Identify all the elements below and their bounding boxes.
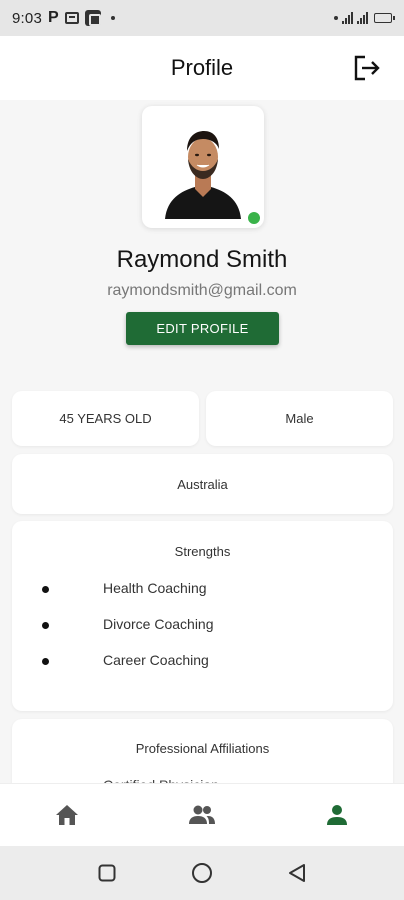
- bullet-icon: [42, 622, 49, 629]
- nav-home[interactable]: [37, 795, 97, 835]
- signal-1-icon: [342, 12, 353, 24]
- strength-label: Health Coaching: [103, 580, 207, 596]
- nav-profile[interactable]: [307, 795, 367, 835]
- logout-icon: [354, 55, 380, 81]
- status-time: 9:03: [12, 9, 42, 27]
- home-icon: [56, 805, 79, 825]
- avatar-card: [142, 106, 264, 228]
- status-dot-icon: [334, 16, 338, 20]
- battery-icon: [374, 13, 395, 23]
- online-status-indicator: [246, 210, 262, 226]
- age-value: 45 YEARS OLD: [59, 411, 152, 426]
- parking-notification-icon: P: [48, 9, 59, 26]
- person-icon: [326, 805, 347, 825]
- gender-card: Male: [206, 391, 393, 446]
- status-bar: 9:03 P: [0, 0, 404, 36]
- bullet-icon: [42, 586, 49, 593]
- signal-2-icon: [357, 12, 368, 24]
- people-icon: [188, 805, 215, 824]
- more-notifications-dot-icon: [110, 16, 115, 20]
- profile-email: raymondsmith@gmail.com: [107, 282, 297, 299]
- square-icon: [98, 864, 116, 882]
- back-triangle-icon: [288, 864, 305, 882]
- strength-item: Divorce Coaching: [12, 616, 393, 636]
- strength-item: Career Coaching: [12, 652, 393, 672]
- affiliations-title: Professional Affiliations: [135, 741, 270, 756]
- status-right: [334, 12, 395, 24]
- app-notification-icon: [84, 10, 101, 26]
- strengths-title: Strengths: [174, 544, 231, 559]
- strength-label: Career Coaching: [103, 652, 209, 668]
- logout-button[interactable]: [352, 54, 382, 82]
- strength-label: Divorce Coaching: [103, 616, 214, 632]
- home-system-button[interactable]: [182, 853, 222, 893]
- page-title: Profile: [170, 55, 234, 80]
- strengths-card: Strengths Health Coaching Divorce Coachi…: [12, 521, 393, 711]
- edit-profile-button[interactable]: EDIT PROFILE: [126, 312, 279, 345]
- nav-people[interactable]: [172, 795, 232, 835]
- country-card: Australia: [12, 454, 393, 514]
- status-left: 9:03 P: [12, 9, 115, 27]
- gender-value: Male: [285, 411, 314, 426]
- avatar-photo: [151, 115, 255, 219]
- message-notification-icon: [64, 12, 79, 24]
- bottom-navigation: [0, 783, 404, 846]
- profile-name: Raymond Smith: [116, 246, 288, 273]
- back-button[interactable]: [277, 853, 317, 893]
- age-card: 45 YEARS OLD: [12, 391, 199, 446]
- system-navigation-bar: [0, 846, 404, 900]
- country-value: Australia: [177, 476, 228, 492]
- strength-item: Health Coaching: [12, 580, 393, 600]
- circle-icon: [191, 863, 212, 883]
- avatar: [151, 115, 255, 219]
- bullet-icon: [42, 658, 49, 665]
- app-header: Profile: [0, 36, 404, 100]
- recent-apps-button[interactable]: [87, 853, 127, 893]
